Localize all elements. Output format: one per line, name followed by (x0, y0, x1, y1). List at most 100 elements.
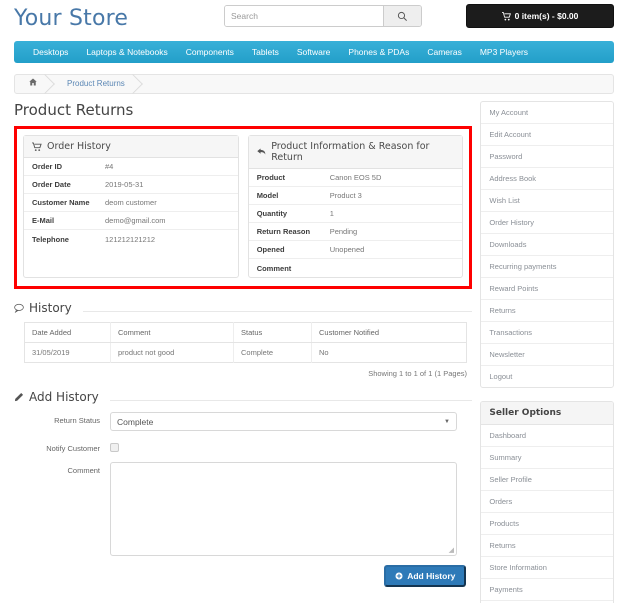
cell-customer-notified: No (319, 348, 329, 357)
resize-handle-icon[interactable]: ◢ (449, 547, 454, 554)
notify-customer-checkbox[interactable] (110, 443, 119, 452)
sidebar-item-newsletter[interactable]: Newsletter (481, 344, 613, 366)
sidebar-item-store-information[interactable]: Store Information (481, 557, 613, 579)
notify-customer-label: Notify Customer (46, 444, 100, 453)
sidebar-item-recurring-payments[interactable]: Recurring payments (481, 256, 613, 278)
field-value: deom customer (105, 198, 157, 207)
sidebar-item-reward-points[interactable]: Reward Points (481, 278, 613, 300)
nav-item-desktops[interactable]: Desktops (24, 41, 77, 63)
sidebar-item-order-history[interactable]: Order History (481, 212, 613, 234)
account-menu-list: My Account Edit Account Password Address… (480, 101, 614, 388)
add-history-button[interactable]: Add History (384, 565, 467, 587)
nav-item-cameras[interactable]: Cameras (418, 41, 470, 63)
sidebar-item-address-book[interactable]: Address Book (481, 168, 613, 190)
breadcrumb-item-product-returns[interactable]: Product Returns (51, 74, 139, 94)
sidebar-item-my-account[interactable]: My Account (481, 102, 613, 124)
sidebar-item-orders[interactable]: Orders (481, 491, 613, 513)
field-value: #4 (105, 162, 114, 171)
order-history-panel-header: Order History (24, 136, 238, 158)
field-value: 121212121212 (105, 234, 156, 244)
nav-item-components[interactable]: Components (177, 41, 243, 63)
product-information-panel-header: Product Information & Reason for Return (248, 136, 463, 169)
shopping-cart-icon (32, 141, 42, 151)
field-label: Order ID (32, 162, 63, 171)
sidebar-item-downloads[interactable]: Downloads (481, 234, 613, 256)
nav-item-tablets[interactable]: Tablets (243, 41, 288, 63)
product-info-row: Return Reason Pending (248, 223, 463, 241)
form-actions: Add History (14, 565, 472, 587)
store-logo[interactable]: Your Store (14, 6, 128, 31)
product-info-row: Opened Unopened (248, 241, 463, 259)
add-history-section-heading: Add History (14, 390, 473, 404)
page-body: Product Returns Order History Order ID #… (14, 101, 614, 603)
sidebar-item-seller-returns[interactable]: Returns (481, 535, 613, 557)
order-history-row: E-Mail demo@gmail.com (24, 212, 238, 230)
order-history-row: Order ID #4 (24, 158, 238, 176)
product-info-row: Model Product 3 (248, 187, 463, 205)
field-label: Comment (256, 263, 292, 273)
sidebar-item-products[interactable]: Products (481, 513, 613, 535)
sidebar-item-password[interactable]: Password (481, 146, 613, 168)
breadcrumb: Product Returns (14, 74, 614, 94)
product-information-panel: Product Information & Reason for Return … (247, 135, 464, 278)
field-value: Unopened (329, 245, 365, 254)
highlight-annotation-box: Order History Order ID #4 Order Date 201… (14, 126, 473, 289)
table-row: 31/05/2019 product not good Complete No (24, 342, 467, 363)
nav-item-laptops-notebooks[interactable]: Laptops & Notebooks (77, 41, 176, 63)
sidebar-item-payments[interactable]: Payments (481, 579, 613, 601)
nav-item-mp3-players[interactable]: MP3 Players (471, 41, 537, 63)
search-box[interactable] (224, 5, 422, 27)
return-reply-icon (256, 148, 265, 155)
sidebar-item-returns[interactable]: Returns (481, 300, 613, 322)
cart-total-label: 0 item(s) - $0.00 (514, 11, 579, 21)
site-header: Your Store 0 item(s) - $0.00 (0, 0, 628, 38)
divider (82, 310, 473, 312)
search-input[interactable] (225, 6, 383, 26)
field-value (324, 264, 463, 272)
field-value: demo@gmail.com (105, 216, 166, 225)
sidebar-item-transactions[interactable]: Transactions (481, 322, 613, 344)
field-label: Quantity (256, 209, 288, 218)
page-root: Your Store 0 item(s) - $0.00 Desktops La… (0, 0, 628, 603)
sidebar-item-edit-account[interactable]: Edit Account (481, 124, 613, 146)
product-info-row: Comment (249, 259, 463, 277)
field-label: Customer Name (32, 198, 90, 207)
cell-status: Complete (233, 342, 312, 363)
return-status-select[interactable]: Complete ▼ (110, 412, 457, 431)
sidebar-item-seller-profile[interactable]: Seller Profile (481, 469, 613, 491)
comment-textarea[interactable]: ◢ (110, 462, 457, 556)
breadcrumb-home[interactable] (15, 74, 51, 94)
history-title: History (29, 301, 72, 315)
seller-options-title: Seller Options (481, 402, 613, 425)
form-row-comment: Comment ◢ (14, 462, 472, 556)
nav-item-software[interactable]: Software (288, 41, 340, 63)
comment-icon (14, 303, 24, 313)
form-row-return-status: Return Status Complete ▼ (14, 412, 472, 431)
sidebar-item-wish-list[interactable]: Wish List (481, 190, 613, 212)
search-icon (397, 11, 407, 21)
add-history-title: Add History (29, 390, 99, 404)
cart-button[interactable]: 0 item(s) - $0.00 (466, 4, 614, 28)
cell-comment: product not good (110, 342, 234, 363)
main-content: Product Returns Order History Order ID #… (14, 101, 473, 587)
plus-circle-icon (395, 572, 403, 580)
table-header-row: Date Added Comment Status Customer Notif… (24, 322, 467, 343)
product-information-title: Product Information & Reason for Return (271, 141, 430, 163)
sidebar-item-logout[interactable]: Logout (481, 366, 613, 387)
sidebar-item-dashboard[interactable]: Dashboard (481, 425, 613, 447)
add-history-form: Return Status Complete ▼ Notify Customer… (14, 412, 472, 587)
page-title: Product Returns (14, 101, 134, 119)
order-history-panel: Order History Order ID #4 Order Date 201… (23, 135, 239, 278)
field-label: Opened (256, 245, 285, 254)
nav-item-phones-pdas[interactable]: Phones & PDAs (339, 41, 418, 63)
chevron-down-icon: ▼ (444, 418, 450, 425)
search-button[interactable] (383, 6, 421, 26)
field-label: Order Date (32, 180, 71, 189)
column-header-status: Status (233, 322, 312, 343)
return-status-label: Return Status (54, 416, 100, 425)
product-info-row: Product Canon EOS 5D (248, 169, 463, 187)
history-section-heading: History (14, 301, 473, 315)
order-history-row: Customer Name deom customer (24, 194, 238, 212)
sidebar-item-summary[interactable]: Summary (481, 447, 613, 469)
field-value: 2019-05-31 (105, 180, 144, 189)
